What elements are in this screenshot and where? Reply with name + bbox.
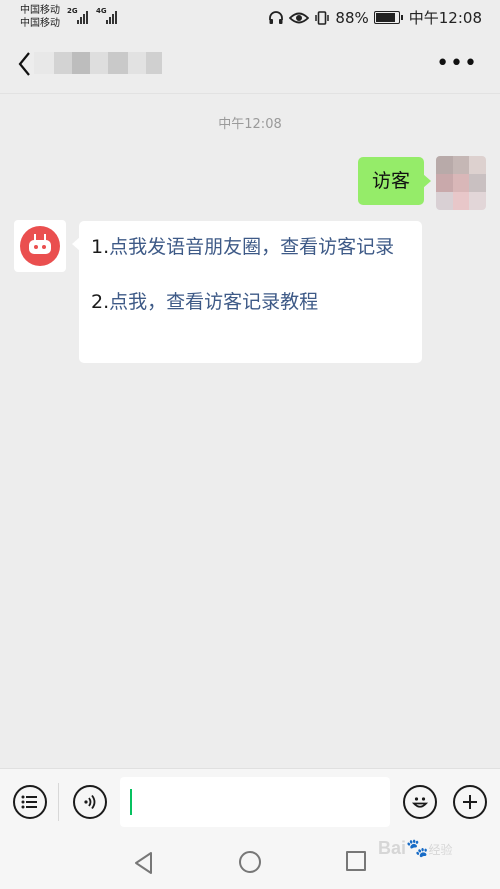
chat-header: ••• [0, 34, 500, 94]
baidu-watermark: Bai🐾经验 [378, 838, 452, 859]
eye-comfort-icon [289, 12, 310, 23]
message-input[interactable] [120, 777, 390, 827]
option-2-number: 2. [91, 291, 110, 313]
carrier-1: 中国移动 [20, 5, 60, 16]
battery-icon [373, 11, 403, 24]
text-cursor [130, 789, 132, 815]
more-options-button[interactable]: ••• [436, 53, 478, 75]
plus-icon[interactable] [453, 785, 487, 819]
nav-home-icon[interactable] [239, 851, 261, 873]
watermark-suffix: 经验 [428, 843, 453, 857]
robot-icon [20, 226, 60, 266]
menu-option-1[interactable]: 1.点我发语音朋友圈，查看访客记录 [91, 233, 412, 262]
status-bar: 中国移动 中国移动 2G 4G 88% 中午12:08 [0, 0, 500, 34]
outgoing-message-bubble[interactable]: 访客 [358, 157, 432, 205]
nav-recent-icon[interactable] [346, 851, 366, 871]
incoming-message-bubble: 1.点我发语音朋友圈，查看访客记录 2.点我，查看访客记录教程 [72, 221, 422, 363]
carrier-2: 中国移动 [20, 18, 60, 29]
signal-1-icon [77, 10, 88, 24]
my-avatar[interactable] [436, 156, 486, 210]
voice-moments-visitor-link[interactable]: 点我发语音朋友圈，查看访客记录 [109, 236, 394, 258]
headphones-icon [269, 10, 284, 24]
vibrate-icon [315, 10, 330, 25]
carrier-labels: 中国移动 中国移动 [20, 4, 60, 30]
blurred-chat-title [34, 52, 162, 74]
paw-logo-icon: 🐾 [406, 838, 429, 858]
watermark-text: Bai [378, 838, 407, 858]
bot-avatar[interactable] [14, 220, 66, 272]
nav-back-icon[interactable] [133, 851, 155, 875]
visitor-tutorial-link[interactable]: 点我，查看访客记录教程 [109, 291, 318, 313]
voice-icon[interactable] [73, 785, 107, 819]
menu-list-icon[interactable] [13, 785, 47, 819]
menu-option-2[interactable]: 2.点我，查看访客记录教程 [91, 288, 412, 317]
status-time: 中午12:08 [408, 9, 482, 27]
input-divider [58, 783, 59, 821]
status-right: 88% 中午12:08 [268, 7, 482, 28]
message-time-divider: 中午12:08 [218, 117, 282, 132]
option-1-number: 1. [91, 236, 110, 258]
emoji-icon[interactable] [403, 785, 437, 819]
signal-2-icon [106, 10, 117, 24]
battery-percent: 88% [335, 8, 369, 27]
chat-input-bar [0, 768, 500, 834]
